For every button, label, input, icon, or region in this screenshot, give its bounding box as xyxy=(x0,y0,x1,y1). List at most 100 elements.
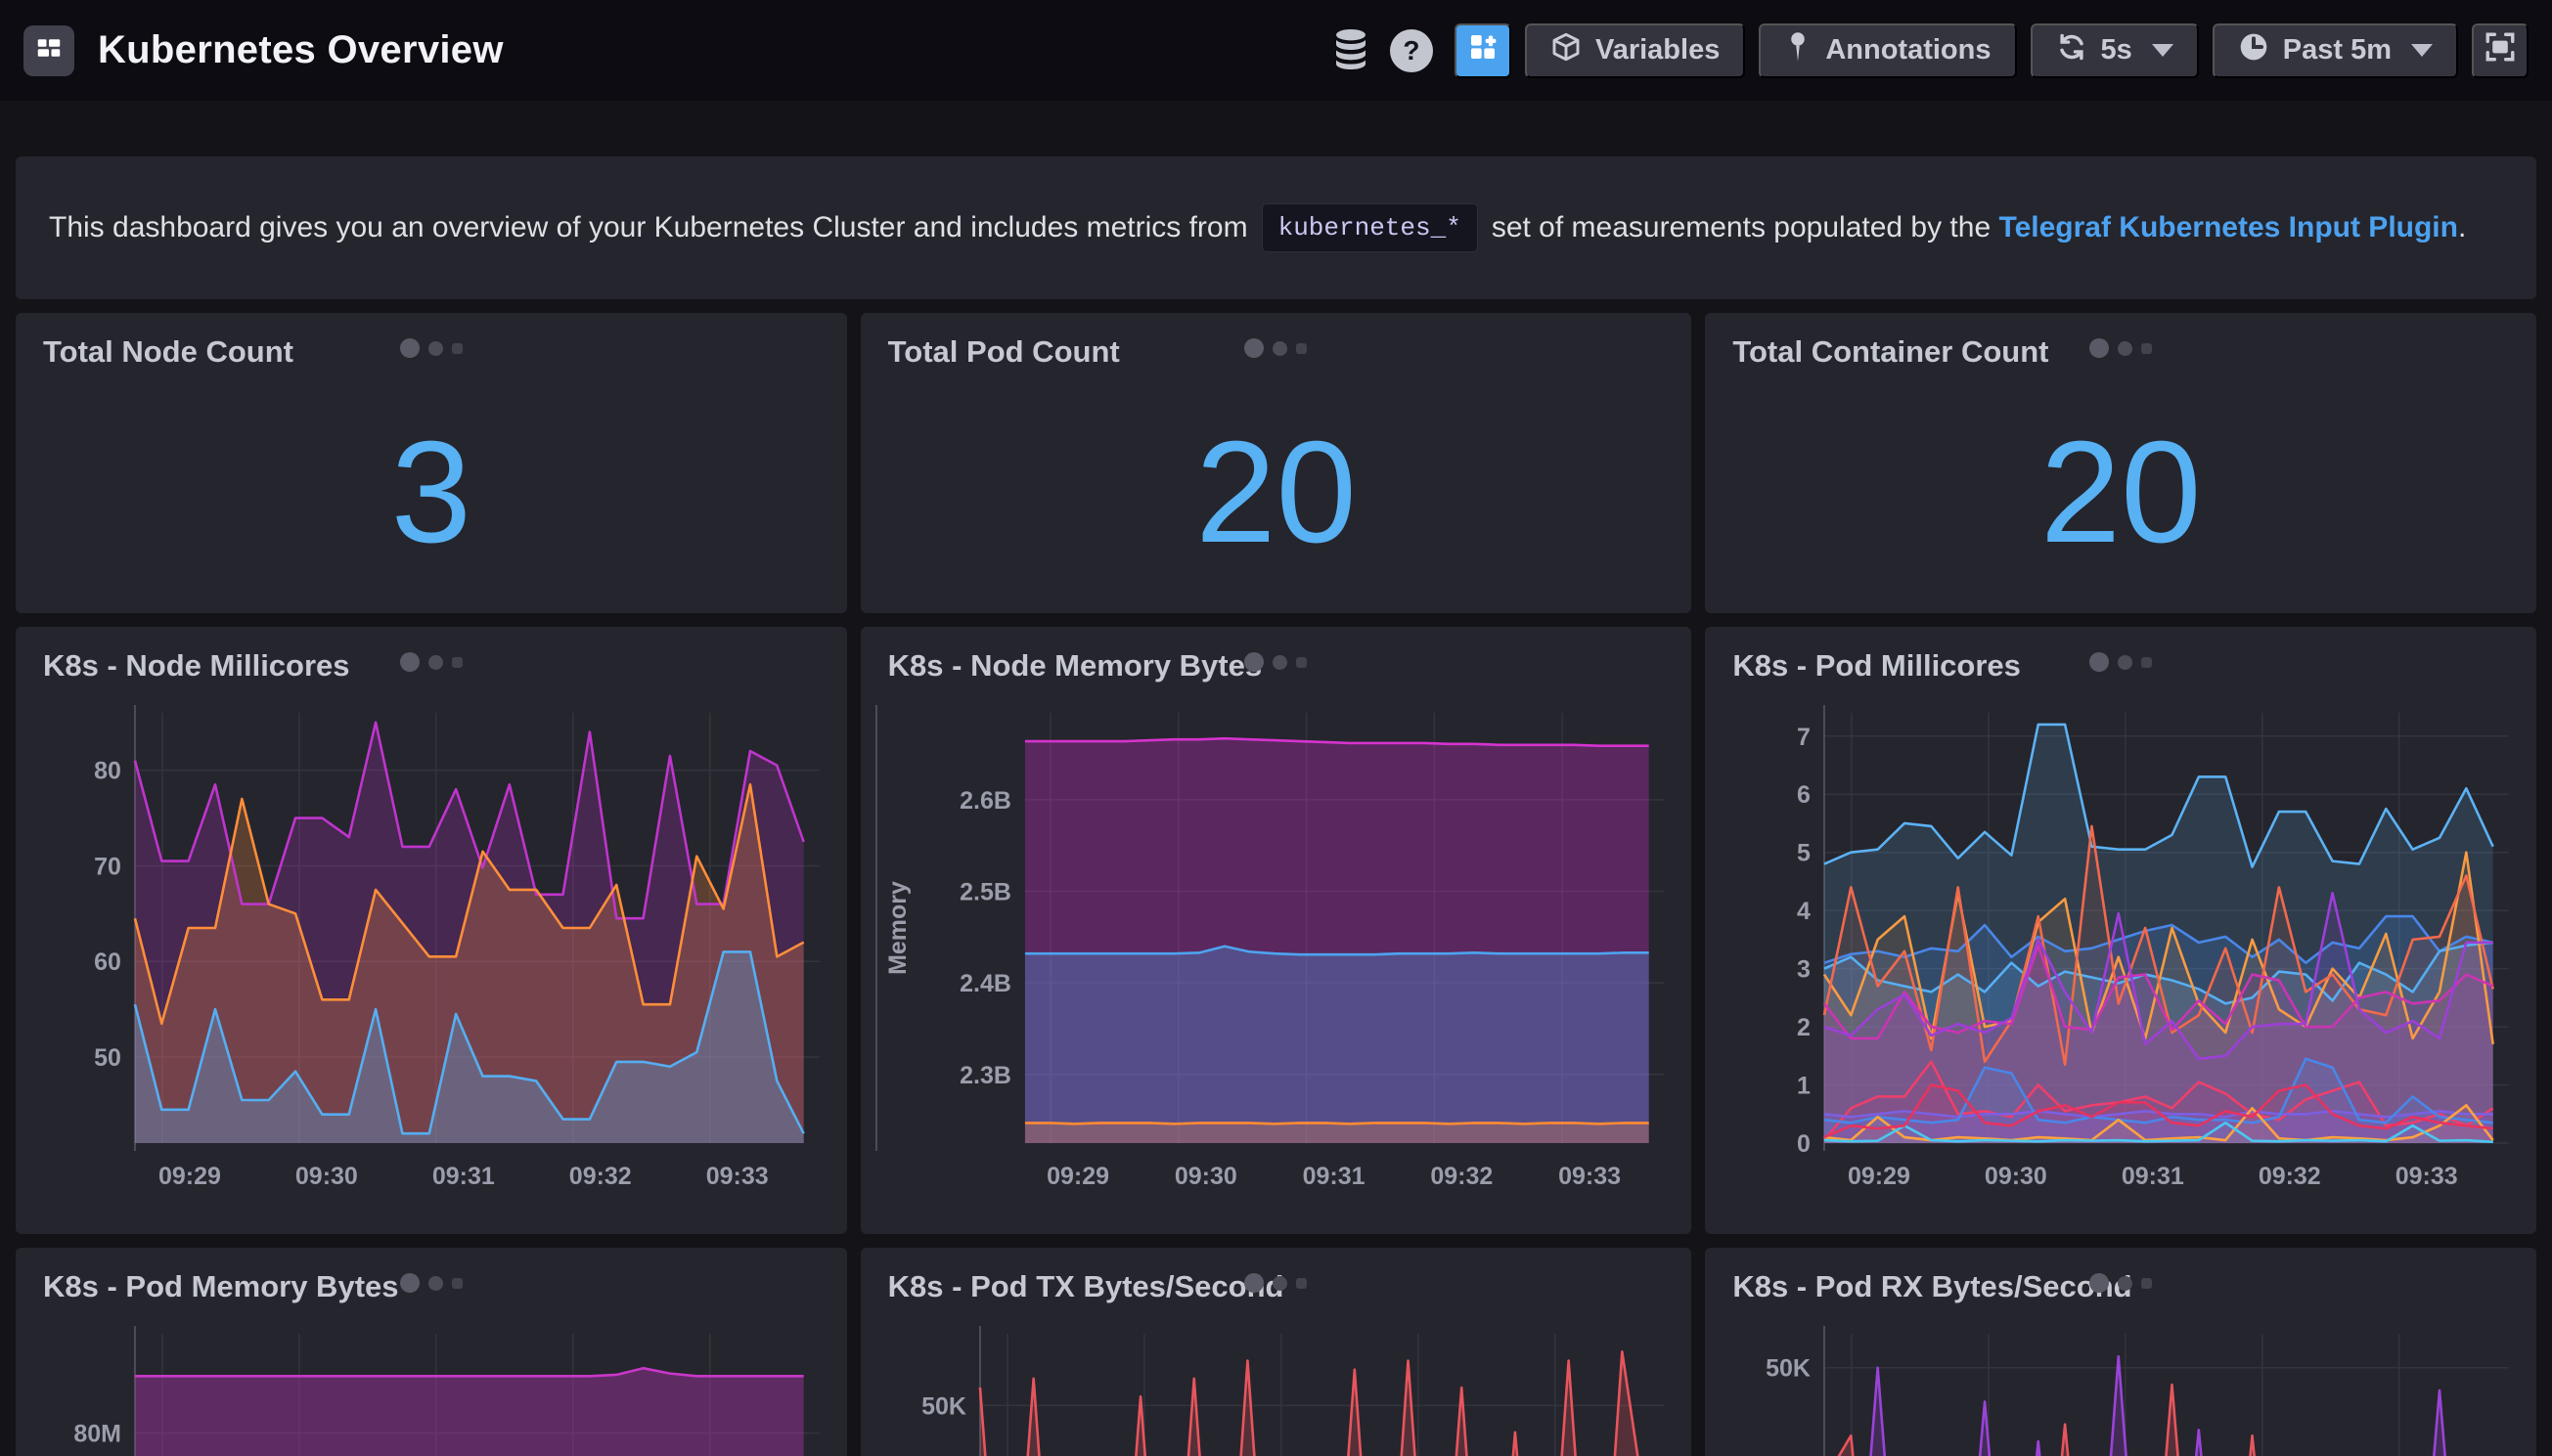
dashboard-note: This dashboard gives you an overview of … xyxy=(16,156,2536,299)
cube-icon xyxy=(1550,31,1582,70)
presentation-mode-button[interactable] xyxy=(2472,23,2529,78)
svg-text:5: 5 xyxy=(1797,840,1811,867)
dashboard-grid-icon xyxy=(34,33,64,67)
svg-text:09:30: 09:30 xyxy=(295,1163,358,1190)
svg-text:09:31: 09:31 xyxy=(1302,1163,1365,1190)
svg-text:09:32: 09:32 xyxy=(2259,1163,2321,1190)
svg-text:70: 70 xyxy=(94,853,121,880)
pod-tx-chart[interactable]: 09:2909:3009:3109:3209:3320K30K40K50K xyxy=(861,1306,1692,1456)
svg-text:09:29: 09:29 xyxy=(158,1163,221,1190)
svg-text:7: 7 xyxy=(1797,724,1811,751)
panel-menu-dots[interactable] xyxy=(400,652,463,672)
refresh-icon xyxy=(2056,31,2087,70)
stat-value: 3 xyxy=(391,410,471,576)
panel-title: K8s - Pod Memory Bytes xyxy=(43,1269,399,1304)
note-text-before: This dashboard gives you an overview of … xyxy=(49,211,1248,244)
dashboards-nav-button[interactable] xyxy=(23,25,74,76)
panel-pod-tx-bytes: K8s - Pod TX Bytes/Second 09:2909:3009:3… xyxy=(861,1248,1692,1456)
panel-menu-dots[interactable] xyxy=(400,1273,463,1293)
panel-pod-millicores: K8s - Pod Millicores 09:29 09:30 09:31 09:3… xyxy=(1705,627,2536,1234)
add-cell-icon xyxy=(1467,31,1499,70)
svg-text:2.3B: 2.3B xyxy=(960,1062,1011,1089)
panel-title: K8s - Pod RX Bytes/Second xyxy=(1732,1269,2131,1304)
panel-menu-dots[interactable] xyxy=(1244,652,1307,672)
panel-total-pod-count: Total Pod Count 20 xyxy=(861,313,1692,613)
variables-label: Variables xyxy=(1595,34,1720,66)
panel-title: K8s - Node Memory Bytes xyxy=(888,648,1262,684)
panel-pod-rx-bytes: K8s - Pod RX Bytes/Second 09:2909:3009:3… xyxy=(1705,1248,2536,1456)
panel-title: Total Node Count xyxy=(43,334,293,370)
top-bar: Kubernetes Overview ? xyxy=(0,0,2552,101)
svg-text:09:33: 09:33 xyxy=(706,1163,769,1190)
svg-text:09:29: 09:29 xyxy=(1047,1163,1109,1190)
panel-menu-dots[interactable] xyxy=(2089,338,2152,358)
page-title: Kubernetes Overview xyxy=(98,28,504,72)
svg-text:3: 3 xyxy=(1797,956,1811,984)
svg-text:50K: 50K xyxy=(1766,1355,1811,1383)
svg-text:80M: 80M xyxy=(73,1421,121,1448)
pod-millicores-chart[interactable]: 09:2909:3009:3109:3209:3301234567 xyxy=(1705,685,2536,1218)
panel-node-memory-bytes: K8s - Node Memory Bytes 09:2909:3009:310… xyxy=(861,627,1692,1234)
add-cell-button[interactable] xyxy=(1455,23,1511,78)
annotations-button[interactable]: Annotations xyxy=(1759,23,2016,78)
panel-total-node-count: Total Node Count 3 xyxy=(16,313,847,613)
svg-text:Memory: Memory xyxy=(884,881,912,975)
panel-menu-dots[interactable] xyxy=(400,338,463,358)
svg-text:0: 0 xyxy=(1797,1130,1811,1158)
svg-text:09:33: 09:33 xyxy=(1558,1163,1621,1190)
stat-value: 20 xyxy=(1195,410,1357,576)
panel-title: K8s - Pod Millicores xyxy=(1732,648,2021,684)
svg-text:09:32: 09:32 xyxy=(1430,1163,1493,1190)
panel-menu-dots[interactable] xyxy=(2089,1273,2152,1293)
pod-rx-chart[interactable]: 09:2909:3009:3109:3209:3320K30K40K50K xyxy=(1705,1306,2536,1456)
svg-text:2: 2 xyxy=(1797,1014,1811,1041)
svg-text:1: 1 xyxy=(1797,1073,1811,1100)
panel-title: K8s - Node Millicores xyxy=(43,648,350,684)
node-millicores-chart[interactable]: 09:29 09:30 09:31 09:32 09:33 50 60 70 80 xyxy=(16,685,847,1218)
annotations-label: Annotations xyxy=(1825,34,1991,66)
panel-menu-dots[interactable] xyxy=(1244,1273,1307,1293)
panel-total-container-count: Total Container Count 20 xyxy=(1705,313,2536,613)
stat-value: 20 xyxy=(2040,410,2202,576)
panel-menu-dots[interactable] xyxy=(1244,338,1307,358)
note-suffix: . xyxy=(2458,211,2466,244)
node-memory-chart[interactable]: 09:29 09:30 09:31 09:32 09:33 2.3B 2.4B 2.5B 2.6… xyxy=(861,685,1692,1218)
dashboard-grid: Total Node Count 3 Total Pod Count 20 To… xyxy=(16,313,2536,1456)
svg-text:09:33: 09:33 xyxy=(2395,1163,2458,1190)
time-range-value: Past 5m xyxy=(2283,34,2392,66)
svg-text:2.5B: 2.5B xyxy=(960,879,1011,906)
svg-text:80: 80 xyxy=(94,758,121,785)
svg-text:50: 50 xyxy=(94,1044,121,1072)
note-text-after: set of measurements populated by the xyxy=(1492,211,1991,244)
question-mark-icon: ? xyxy=(1403,35,1419,66)
pod-memory-chart[interactable]: 09:2909:3009:3109:3209:3360M70M80M xyxy=(16,1306,847,1456)
panel-title: Total Pod Count xyxy=(888,334,1120,370)
panel-node-millicores: K8s - Node Millicores 09:2909:3009:3109:… xyxy=(16,627,847,1234)
note-code-chip: kubernetes_* xyxy=(1262,203,1478,252)
database-icon xyxy=(1331,26,1370,74)
panel-menu-dots[interactable] xyxy=(2089,652,2152,672)
svg-text:09:29: 09:29 xyxy=(1848,1163,1910,1190)
svg-text:2.6B: 2.6B xyxy=(960,787,1011,815)
panel-title: K8s - Pod TX Bytes/Second xyxy=(888,1269,1284,1304)
svg-text:09:30: 09:30 xyxy=(1175,1163,1237,1190)
svg-text:6: 6 xyxy=(1797,781,1811,809)
clock-icon xyxy=(2238,31,2269,70)
svg-text:09:32: 09:32 xyxy=(569,1163,632,1190)
chevron-down-icon xyxy=(2152,44,2173,57)
chevron-down-icon xyxy=(2411,44,2433,57)
refresh-interval-dropdown[interactable]: 5s xyxy=(2031,23,2199,78)
pin-icon xyxy=(1784,31,1812,70)
variables-button[interactable]: Variables xyxy=(1525,23,1745,78)
help-button[interactable]: ? xyxy=(1390,29,1433,72)
svg-text:2.4B: 2.4B xyxy=(960,970,1011,997)
svg-text:60: 60 xyxy=(94,949,121,976)
svg-text:50K: 50K xyxy=(921,1392,966,1420)
svg-text:09:31: 09:31 xyxy=(2122,1163,2184,1190)
svg-text:09:30: 09:30 xyxy=(1985,1163,2047,1190)
data-source-button[interactable] xyxy=(1331,26,1370,74)
time-range-dropdown[interactable]: Past 5m xyxy=(2213,23,2458,78)
telegraf-plugin-link[interactable]: Telegraf Kubernetes Input Plugin xyxy=(1998,211,2457,244)
fullscreen-icon xyxy=(2484,30,2517,71)
svg-text:09:31: 09:31 xyxy=(432,1163,495,1190)
